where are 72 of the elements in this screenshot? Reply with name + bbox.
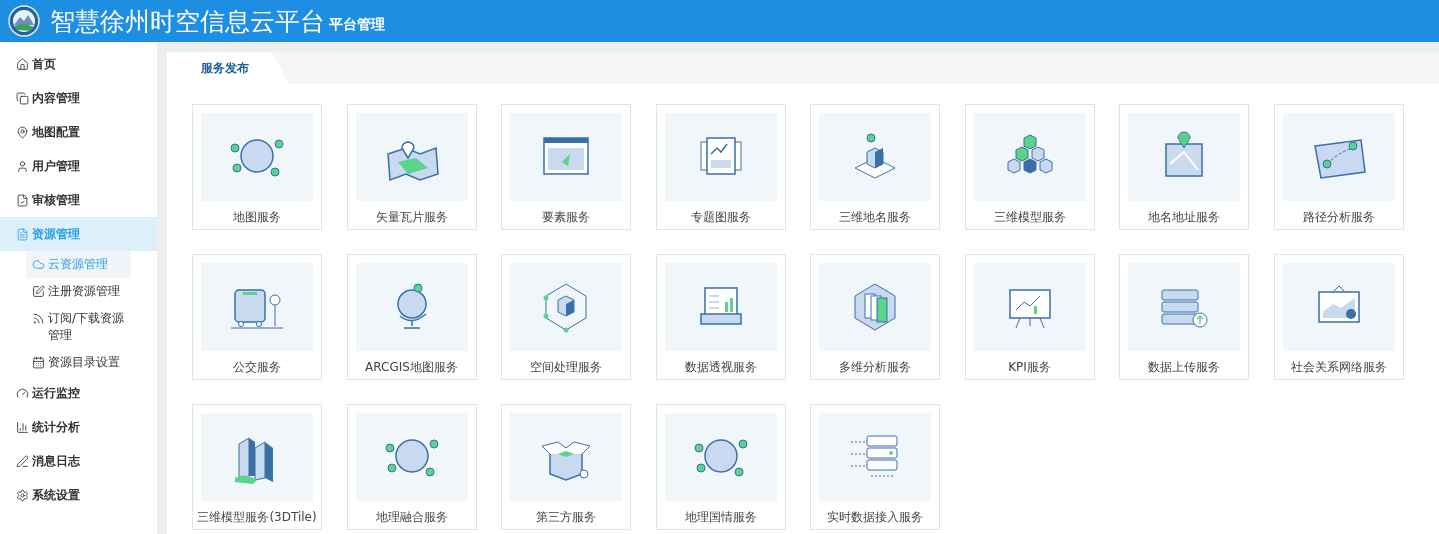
service-card[interactable]: 三维模型服务 — [964, 104, 1095, 230]
bar-chart-icon — [16, 420, 29, 434]
user-icon — [16, 159, 29, 173]
sidebar-item[interactable]: 内容管理 — [0, 81, 157, 115]
sidebar-item[interactable]: 系统设置 — [0, 478, 157, 512]
service-label: 地理融合服务 — [375, 509, 448, 526]
service-card[interactable]: 专题图服务 — [655, 104, 786, 230]
service-label: 社会关系网络服务 — [1290, 359, 1387, 376]
service-card[interactable]: 三维模型服务(3DTile) — [192, 404, 322, 530]
service-card[interactable]: 要素服务 — [501, 104, 631, 230]
sidebar-item[interactable]: 首页 — [0, 47, 157, 81]
settings-icon — [16, 488, 29, 502]
service-card[interactable]: 地理融合服务 — [346, 404, 477, 530]
service-label: 专题图服务 — [690, 209, 751, 226]
service-card[interactable]: 公交服务 — [192, 254, 322, 380]
service-card[interactable]: ARCGIS地图服务 — [346, 254, 477, 380]
service-label: KPI服务 — [1008, 359, 1051, 376]
service-label: 数据上传服务 — [1148, 359, 1220, 376]
logo-icon — [8, 5, 40, 37]
service-label: 多维分析服务 — [839, 359, 911, 376]
service-card[interactable]: 实时数据接入服务 — [810, 404, 940, 530]
service-card[interactable]: 数据上传服务 — [1119, 254, 1249, 380]
gauge-icon — [16, 386, 29, 400]
service-label: 公交服务 — [233, 359, 281, 376]
service-label: 路径分析服务 — [1302, 209, 1375, 226]
sidebar-item[interactable]: 统计分析 — [0, 410, 157, 444]
service-card[interactable]: 路径分析服务 — [1273, 104, 1404, 230]
rss-icon — [32, 312, 45, 325]
service-label: 实时数据接入服务 — [827, 509, 923, 526]
service-label: 三维模型服务(3DTile) — [197, 509, 317, 526]
service-card[interactable]: 地理国情服务 — [655, 404, 786, 530]
service-card[interactable]: 三维地名服务 — [810, 104, 940, 230]
sidebar-item[interactable]: 运行监控 — [0, 376, 157, 410]
map-pin-icon — [16, 125, 29, 139]
copy-icon — [16, 91, 29, 105]
service-label: 三维模型服务 — [993, 209, 1066, 226]
service-card[interactable]: 数据透视服务 — [655, 254, 786, 380]
service-label: 地理国情服务 — [684, 509, 757, 526]
service-label: 三维地名服务 — [839, 209, 911, 226]
service-card[interactable]: 空间处理服务 — [501, 254, 631, 380]
submenu-item[interactable]: 资源目录设置 — [26, 349, 131, 376]
sidebar-item[interactable]: 用户管理 — [0, 149, 157, 183]
pen-icon — [16, 454, 29, 468]
service-card[interactable]: 地名地址服务 — [1119, 104, 1249, 230]
service-label: 地图服务 — [233, 209, 281, 226]
service-label: ARCGIS地图服务 — [365, 359, 458, 376]
calendar-icon — [32, 356, 45, 369]
service-card[interactable]: 多维分析服务 — [810, 254, 940, 380]
service-label: 第三方服务 — [536, 509, 596, 526]
service-card[interactable]: 第三方服务 — [501, 404, 631, 530]
service-label: 地名地址服务 — [1148, 209, 1220, 226]
document-icon — [16, 227, 29, 241]
sidebar-item[interactable]: 地图配置 — [0, 115, 157, 149]
service-label: 要素服务 — [542, 209, 590, 226]
cloud-icon — [32, 258, 45, 271]
service-card[interactable]: 社会关系网络服务 — [1273, 254, 1404, 380]
edit-icon — [32, 285, 45, 298]
home-icon — [16, 57, 29, 71]
service-label: 矢量瓦片服务 — [375, 209, 448, 226]
service-label: 空间处理服务 — [530, 359, 602, 376]
sidebar-item[interactable]: 消息日志 — [0, 444, 157, 478]
app-subtitle: 平台管理 — [329, 16, 385, 34]
app-title: 智慧徐州时空信息云平台 — [50, 8, 325, 34]
submenu-item[interactable]: 订阅/下载资源管理 — [26, 305, 131, 349]
service-card[interactable]: 地图服务 — [192, 104, 322, 230]
tab[interactable]: 服务发布 — [167, 52, 289, 84]
service-label: 数据透视服务 — [684, 359, 757, 376]
document-check-icon — [16, 193, 29, 207]
submenu-item[interactable]: 注册资源管理 — [26, 278, 131, 305]
service-card[interactable]: 矢量瓦片服务 — [346, 104, 477, 230]
sidebar-item[interactable]: 审核管理 — [0, 183, 157, 217]
service-card[interactable]: KPI服务 — [964, 254, 1095, 380]
